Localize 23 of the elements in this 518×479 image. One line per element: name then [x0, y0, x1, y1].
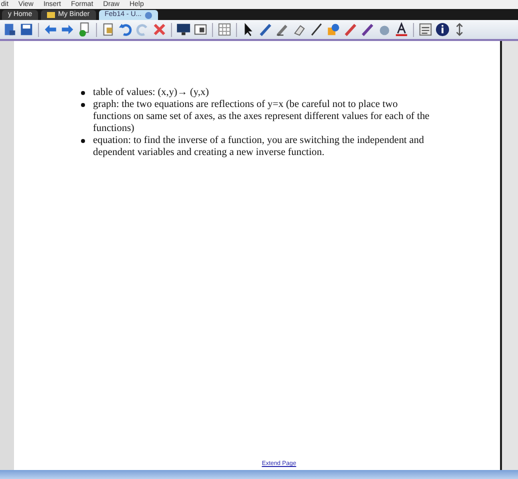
- bullet-icon: [81, 91, 85, 95]
- line-icon[interactable]: [309, 22, 324, 37]
- text-box-icon[interactable]: [418, 22, 433, 37]
- eraser-icon[interactable]: [292, 22, 307, 37]
- save-icon[interactable]: [19, 22, 34, 37]
- page-icon[interactable]: [2, 22, 17, 37]
- undo-icon[interactable]: [118, 22, 133, 37]
- picture-icon[interactable]: [193, 22, 208, 37]
- monitor-icon[interactable]: [176, 22, 191, 37]
- text-color-icon[interactable]: [394, 22, 409, 37]
- bullet-text: table of values: (x,y)→ (y,x): [93, 87, 209, 99]
- bullet-icon: [81, 139, 85, 143]
- bullet-text: equation: to find the inverse of a function, you are switching the independent and dependent variables and creating a new inverse function.: [93, 135, 425, 159]
- delete-icon[interactable]: [152, 22, 167, 37]
- info-icon[interactable]: [435, 22, 450, 37]
- pencil-icon[interactable]: [275, 22, 290, 37]
- shapes-icon[interactable]: [326, 22, 341, 37]
- back-arrow-icon[interactable]: [43, 22, 58, 37]
- folder-icon: [47, 12, 56, 18]
- bullet-icon: [81, 103, 85, 107]
- forward-arrow-icon[interactable]: [60, 22, 75, 37]
- bullet-text: graph: the two equations are reflections of y=x (be careful not to place two functions on same set of axes, as the axes represent different values for each of the functions): [93, 99, 430, 135]
- table-icon[interactable]: [217, 22, 232, 37]
